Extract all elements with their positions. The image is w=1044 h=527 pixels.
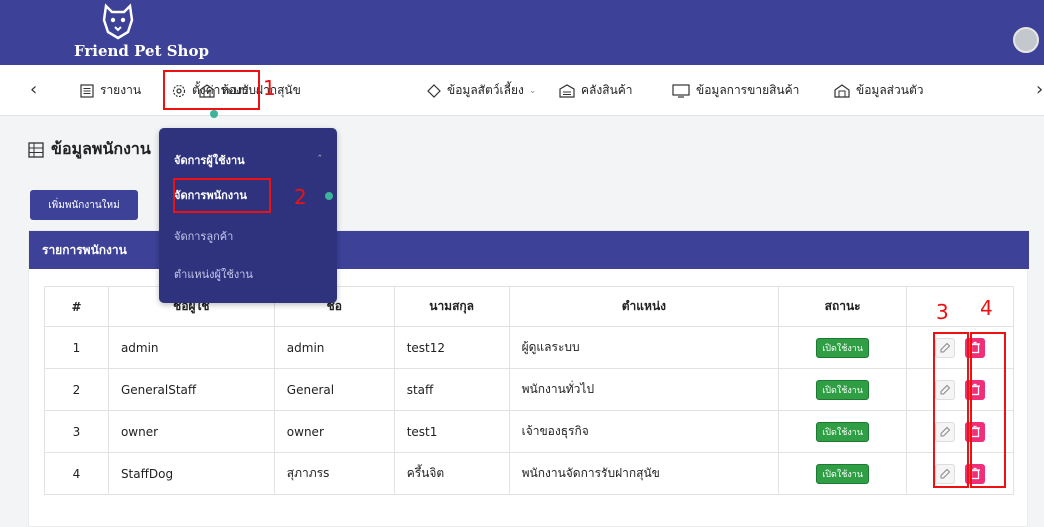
dropdown-group-user-management[interactable]: จัดการผู้ใช้งาน ˆ: [159, 146, 337, 174]
nav-label: ข้อมูลสัตว์เลี้ยง: [447, 83, 524, 97]
cell-last-name: test1: [393, 410, 510, 453]
nav-label: ข้อมูลส่วนตัว: [856, 83, 924, 97]
cell-status: เปิดใช้งาน: [778, 326, 908, 369]
col-header-actions: [906, 286, 1014, 327]
cell-first-name: owner: [273, 410, 395, 453]
cell-last-name: test12: [393, 326, 510, 369]
page-title: ข้อมูลพนักงาน: [28, 137, 151, 162]
nav-item-warehouse[interactable]: คลังสินค้า: [559, 65, 633, 116]
cell-status: เปิดใช้งาน: [778, 452, 908, 495]
settings-dropdown: จัดการผู้ใช้งาน ˆ จัดการพนักงาน จัดการลู…: [159, 128, 337, 303]
nav-prev-arrow-icon[interactable]: ‹: [30, 79, 37, 100]
nav-item-profile[interactable]: ข้อมูลส่วนตัว: [834, 65, 923, 116]
table-row: 1 admin admin test12 ผู้ดูแลระบบ เปิดใช้…: [44, 326, 1014, 369]
brand-name: Friend Pet Shop: [74, 42, 209, 60]
annotation-number-1: 1: [263, 76, 276, 100]
cell-first-name: General: [273, 368, 395, 411]
diamond-icon: [427, 83, 441, 98]
top-bar: Friend Pet Shop: [0, 0, 1044, 65]
nav-label: ข้อมูลการขายสินค้า: [696, 83, 800, 97]
status-badge: เปิดใช้งาน: [816, 379, 869, 400]
cell-position: พนักงานทั่วไป: [508, 368, 780, 411]
main-nav: ‹ รายงาน ตั้งค่าระบบ ⌄ ห้องรับฝากสุนัข ข…: [0, 65, 1044, 116]
status-badge: เปิดใช้งาน: [816, 337, 869, 358]
chevron-up-icon: ˆ: [317, 155, 323, 165]
nav-item-sales[interactable]: ข้อมูลการขายสินค้า: [672, 65, 799, 116]
cell-status: เปิดใช้งาน: [778, 368, 908, 411]
add-employee-button[interactable]: เพิ่มพนักงานใหม่: [30, 190, 138, 220]
col-header-number: #: [44, 286, 109, 327]
monitor-icon: [672, 83, 690, 98]
annotation-number-3: 3: [936, 300, 949, 324]
cell-username: admin: [107, 326, 275, 369]
logo[interactable]: Friend Pet Shop: [72, 2, 212, 64]
status-badge: เปิดใช้งาน: [816, 421, 869, 442]
cell-number: 3: [44, 410, 109, 453]
cell-first-name: admin: [273, 326, 395, 369]
dropdown-group-label: จัดการผู้ใช้งาน: [174, 154, 245, 167]
nav-next-arrow-icon[interactable]: ›: [1036, 79, 1043, 100]
col-header-status: สถานะ: [778, 286, 908, 327]
dropdown-item-roles[interactable]: ตำแหน่งผู้ใช้งาน: [159, 260, 337, 288]
table-row: 4 StaffDog สุภาภรs ครึ้นจิต พนักงานจัดกา…: [44, 452, 1014, 495]
cell-username: GeneralStaff: [107, 368, 275, 411]
cell-username: owner: [107, 410, 275, 453]
dropdown-item-customers[interactable]: จัดการลูกค้า: [159, 222, 337, 250]
user-avatar[interactable]: [1013, 27, 1039, 53]
nav-label: รายงาน: [100, 83, 142, 97]
col-header-last-name: นามสกุล: [393, 286, 510, 327]
cell-number: 4: [44, 452, 109, 495]
indicator-dot: [325, 192, 333, 200]
cell-number: 2: [44, 368, 109, 411]
page-title-text: ข้อมูลพนักงาน: [51, 139, 151, 158]
warehouse-icon: [559, 83, 575, 98]
indicator-dot: [210, 110, 218, 118]
cell-username: StaffDog: [107, 452, 275, 495]
annotation-box-settings: [163, 70, 260, 110]
cell-first-name: สุภาภรs: [273, 452, 395, 495]
table-row: 2 GeneralStaff General staff พนักงานทั่ว…: [44, 368, 1014, 411]
cell-last-name: ครึ้นจิต: [393, 452, 510, 495]
cell-number: 1: [44, 326, 109, 369]
house-icon: [834, 83, 850, 98]
annotation-number-4: 4: [980, 296, 993, 320]
annotation-box-delete-column: [970, 332, 1006, 488]
employee-table: # ชื่อผู้ใช้ ชื่อ นามสกุล ตำแหน่ง สถานะ …: [44, 286, 1014, 495]
list-icon: [80, 83, 94, 98]
table-row: 3 owner owner test1 เจ้าของธุรกิจ เปิดใช…: [44, 410, 1014, 453]
nav-item-pets[interactable]: ข้อมูลสัตว์เลี้ยง ⌄: [427, 65, 536, 116]
chevron-down-icon: ⌄: [528, 85, 537, 96]
annotation-box-employees: [173, 178, 271, 213]
cell-position: พนักงานจัดการรับฝากสุนัข: [508, 452, 780, 495]
table-icon: [28, 141, 44, 158]
cell-position: เจ้าของธุรกิจ: [508, 410, 780, 453]
cell-status: เปิดใช้งาน: [778, 410, 908, 453]
nav-label: คลังสินค้า: [581, 83, 633, 97]
annotation-number-2: 2: [294, 185, 307, 209]
dog-logo-icon: [102, 3, 134, 40]
col-header-position: ตำแหน่ง: [508, 286, 780, 327]
nav-item-report[interactable]: รายงาน: [80, 65, 141, 116]
annotation-box-edit-column: [933, 332, 969, 488]
status-badge: เปิดใช้งาน: [816, 463, 869, 484]
cell-position: ผู้ดูแลระบบ: [508, 326, 780, 369]
cell-last-name: staff: [393, 368, 510, 411]
